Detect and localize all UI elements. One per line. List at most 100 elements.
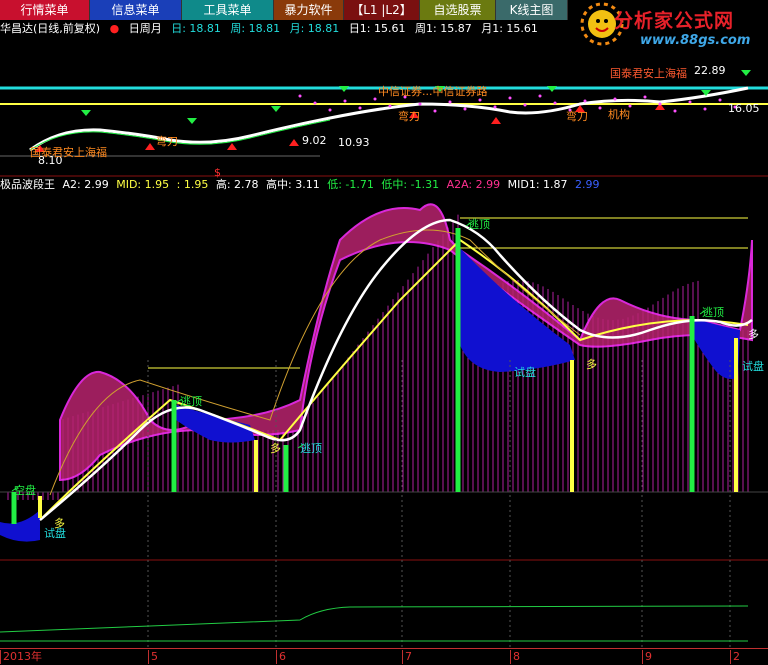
green-arrow-down-icon [339, 86, 349, 92]
signal-dot [493, 105, 497, 109]
blue-band-area [460, 248, 575, 372]
green-arrow-down-icon [701, 90, 711, 96]
menu-item-1[interactable]: 信息菜单 [90, 0, 182, 20]
menu-item-2[interactable]: 工具菜单 [182, 0, 274, 20]
menu-item-5[interactable]: 自选股票 [420, 0, 496, 20]
curved-blade-label-3: 弯刀 [566, 109, 588, 123]
price-info-line: 华昌达(日线,前复权) ● 日周月 日: 18.81 周: 18.81 月: 1… [0, 21, 544, 37]
signal-dot [298, 94, 302, 98]
date-tick-label: 2 [730, 650, 740, 664]
last-value: 2.99 [575, 178, 600, 191]
signal-dot [673, 109, 677, 113]
blue-band-area [0, 510, 40, 542]
day-value: 日: 18.81 [171, 22, 221, 35]
date-tick-label: 8 [510, 650, 520, 664]
pointer-line [465, 221, 473, 227]
signal-dot [538, 94, 542, 98]
stock-name: 华昌达(日线,前复权) [0, 22, 101, 35]
broker-label-left: 国泰君安上海福 [30, 145, 107, 159]
period-mode: 日周月 [128, 22, 162, 35]
long-label-1: 多 [270, 441, 281, 455]
red-arrow-up-icon [575, 105, 585, 112]
a2-value: A2: 2.99 [62, 178, 109, 191]
signal-dot [448, 100, 452, 104]
signal-dot [643, 95, 647, 99]
date-tick-label: 9 [642, 650, 652, 664]
price-ma-curve [29, 119, 331, 151]
red-arrow-up-icon [655, 103, 665, 110]
signal-dot [718, 98, 722, 102]
date-tick-label: 6 [276, 650, 286, 664]
yellow-guide-curve [49, 229, 581, 496]
volume-line [0, 605, 749, 633]
menu-item-6[interactable]: K线主图 [496, 0, 568, 20]
week-value: 周: 18.81 [230, 22, 281, 35]
test-trade-label-1: 试盘 [44, 526, 66, 540]
signal-dot [688, 100, 692, 104]
escape-top-label-2: 逃顶 [300, 442, 322, 455]
date-tick-label: 2013年 [0, 650, 42, 664]
price-curve [29, 86, 749, 152]
red-arrow-up-icon [145, 143, 155, 150]
curved-blade-label-1: 弯刀 [156, 134, 178, 148]
signal-dot [313, 101, 317, 105]
red-arrow-up-icon [35, 145, 45, 152]
broker-label-guotai: 国泰君安上海福 [610, 66, 687, 80]
pointer-line [297, 443, 305, 449]
signal-dot [508, 96, 512, 100]
signal-dot [433, 109, 437, 113]
signal-dot [703, 107, 707, 111]
green-arrow-down-icon [547, 86, 557, 92]
pointer-line [175, 398, 183, 404]
signal-dot [373, 97, 377, 101]
signal-dot [628, 104, 632, 108]
blue-band-area [176, 405, 255, 443]
month-value: 月: 18.81 [289, 22, 340, 35]
high-value: 高: 2.78 [215, 178, 259, 191]
signal-dot [568, 108, 572, 112]
empty-position-label: 空盘 [14, 483, 36, 497]
a2a-value: A2A: 2.99 [446, 178, 501, 191]
indicator-header: 极品波段王 A2: 2.99 MID: 1.95 : 1.95 高: 2.78 … [0, 177, 604, 193]
test-trade-label-3: 试盘 [742, 359, 764, 373]
pointer-line [11, 486, 19, 492]
red-arrow-up-icon [409, 111, 419, 118]
signal-dot [583, 99, 587, 103]
white-main-curve [39, 218, 753, 521]
signal-dot [403, 95, 407, 99]
menu-item-4[interactable]: 【L1 |L2】 [344, 0, 420, 20]
price-low-label: 16.05 [728, 102, 760, 115]
green-arrow-down-icon [187, 118, 197, 124]
signal-dot [388, 104, 392, 108]
mid-value: MID: 1.95 [116, 178, 170, 191]
signal-dot [328, 108, 332, 112]
escape-top-label-3: 逃顶 [468, 218, 490, 231]
month1-value: 月1: 15.61 [481, 22, 538, 35]
price-high-label: 22.89 [694, 64, 726, 77]
green-arrow-down-icon [741, 70, 751, 76]
period-circle-icon: ● [109, 22, 120, 35]
green-arrow-down-icon [435, 86, 445, 92]
signal-dot [463, 107, 467, 111]
curved-blade-label-2: 弯刀 [398, 109, 420, 123]
signal-dot [613, 97, 617, 101]
week1-value: 周1: 15.87 [415, 22, 472, 35]
signal-dot [553, 101, 557, 105]
escape-top-label-4: 逃顶 [702, 306, 724, 319]
menu-item-3[interactable]: 暴力软件 [274, 0, 344, 20]
long-label-3: 多 [586, 357, 597, 371]
test-trade-label-2: 试盘 [514, 365, 536, 379]
signal-dot [418, 102, 422, 106]
red-arrow-up-icon [289, 139, 299, 146]
upper-price-panel [0, 70, 768, 177]
signal-dot [658, 102, 662, 106]
date-tick-label: 7 [402, 650, 412, 664]
signal-dot [598, 106, 602, 110]
stock-chart-canvas[interactable]: 中信证券...中信证券路 国泰君安上海福 22.89 16.05 机构 弯刀 弯… [0, 0, 768, 664]
red-arrow-up-icon [227, 143, 237, 150]
bottom-volume-panel [0, 605, 749, 642]
long-label-4: 多 [748, 327, 759, 341]
lowmid-value: 低中: -1.31 [381, 178, 440, 191]
price-label-810: 8.10 [38, 154, 63, 167]
menu-item-0[interactable]: 行情菜单 [0, 0, 90, 20]
